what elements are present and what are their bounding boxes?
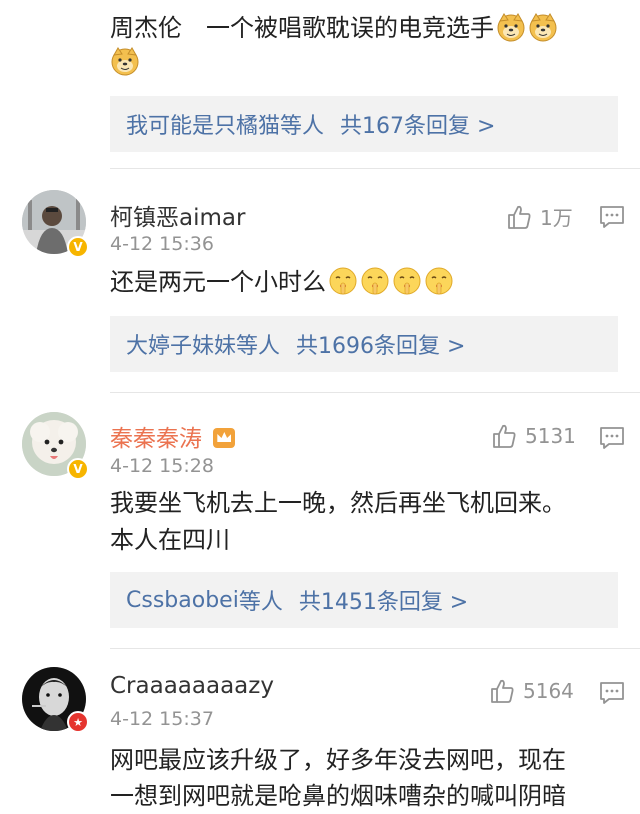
shush-emoji-icon <box>392 266 422 296</box>
comment-bubble-icon[interactable] <box>599 205 625 229</box>
like-button[interactable]: 5164 <box>489 678 574 704</box>
like-count: 5131 <box>525 424 576 448</box>
reply-others: 等人 <box>280 114 325 139</box>
reply-count: 共1696条回复 > <box>296 334 466 359</box>
verified-v-icon: V <box>67 236 89 258</box>
reply-user: Cssbaobei <box>126 587 239 613</box>
replies-link[interactable]: 大婷子妹妹 等人 共1696条回复 > <box>110 316 618 372</box>
comment-bubble-icon[interactable] <box>599 426 625 450</box>
reply-user: 我可能是只橘猫 <box>126 114 281 139</box>
username[interactable]: Craaaaaaaazy <box>110 673 274 699</box>
comment-text-line-1: 我要坐飞机去上一晚，然后再坐飞机回来。 <box>110 489 566 517</box>
comment-text-line-1: 网吧最应该升级了，好多年没去网吧，现在 <box>110 746 566 774</box>
replies-link[interactable]: Cssbaobei 等人 共1451条回复 > <box>110 572 618 628</box>
thumbs-up-icon <box>506 204 532 230</box>
vip-crown-icon <box>213 428 236 448</box>
comment-bubble-icon[interactable] <box>599 681 625 705</box>
like-button[interactable]: 5131 <box>491 423 576 449</box>
comment-item: V 秦秦秦涛 4-12 15:28 5131 我要坐飞机去上一晚，然后再坐飞机回… <box>0 395 640 650</box>
shush-emoji-icon <box>360 266 390 296</box>
shush-emoji-icon <box>328 266 358 296</box>
comment-text-line-2: 一想到网吧就是呛鼻的烟味嘈杂的喊叫阴暗 <box>110 782 566 810</box>
divider <box>110 392 640 393</box>
username[interactable]: 柯镇恶aimar <box>110 198 245 232</box>
doge-emoji-icon <box>110 46 140 76</box>
replies-link[interactable]: 我可能是只橘猫 等人 共167条回复 > <box>110 96 618 152</box>
timestamp: 4-12 15:37 <box>110 708 214 730</box>
reply-count: 共1451条回复 > <box>298 590 469 615</box>
doge-emoji-icon <box>528 12 558 42</box>
comment-text-emoji-line <box>110 44 140 80</box>
comment-text: 还是两元一个小时么 <box>110 264 454 300</box>
timestamp: 4-12 15:36 <box>110 233 214 255</box>
verified-v-icon: V <box>67 458 89 480</box>
reply-count: 共167条回复 > <box>340 114 496 139</box>
comment-text: 周杰伦 一个被唱歌耽误的电竞选手 <box>110 10 558 46</box>
reply-user: 大婷子妹妹 <box>126 334 237 359</box>
thumbs-up-icon <box>489 678 515 704</box>
comment-item: V 柯镇恶aimar 4-12 15:36 1万 还是两元一个小时么 大婷子妹妹… <box>0 170 640 395</box>
thumbs-up-icon <box>491 423 517 449</box>
doge-emoji-icon <box>496 12 526 42</box>
divider <box>110 168 640 169</box>
reply-others: 等人 <box>236 334 281 359</box>
comment-item: ★ Craaaaaaaazy 4-12 15:37 5164 网吧最应该升级了，… <box>0 650 640 810</box>
timestamp: 4-12 15:28 <box>110 455 214 477</box>
comment-item: 周杰伦 一个被唱歌耽误的电竞选手 我可能是只橘猫 等人 共167条回复 > <box>0 0 640 170</box>
divider <box>110 648 640 649</box>
like-button[interactable]: 1万 <box>506 202 573 231</box>
shush-emoji-icon <box>424 266 454 296</box>
like-count: 5164 <box>523 679 574 703</box>
username[interactable]: 秦秦秦涛 <box>110 419 236 453</box>
star-badge-icon: ★ <box>67 711 89 733</box>
like-count: 1万 <box>540 206 573 230</box>
reply-others: 等人 <box>238 590 283 615</box>
comment-text-line-2: 本人在四川 <box>110 526 230 554</box>
